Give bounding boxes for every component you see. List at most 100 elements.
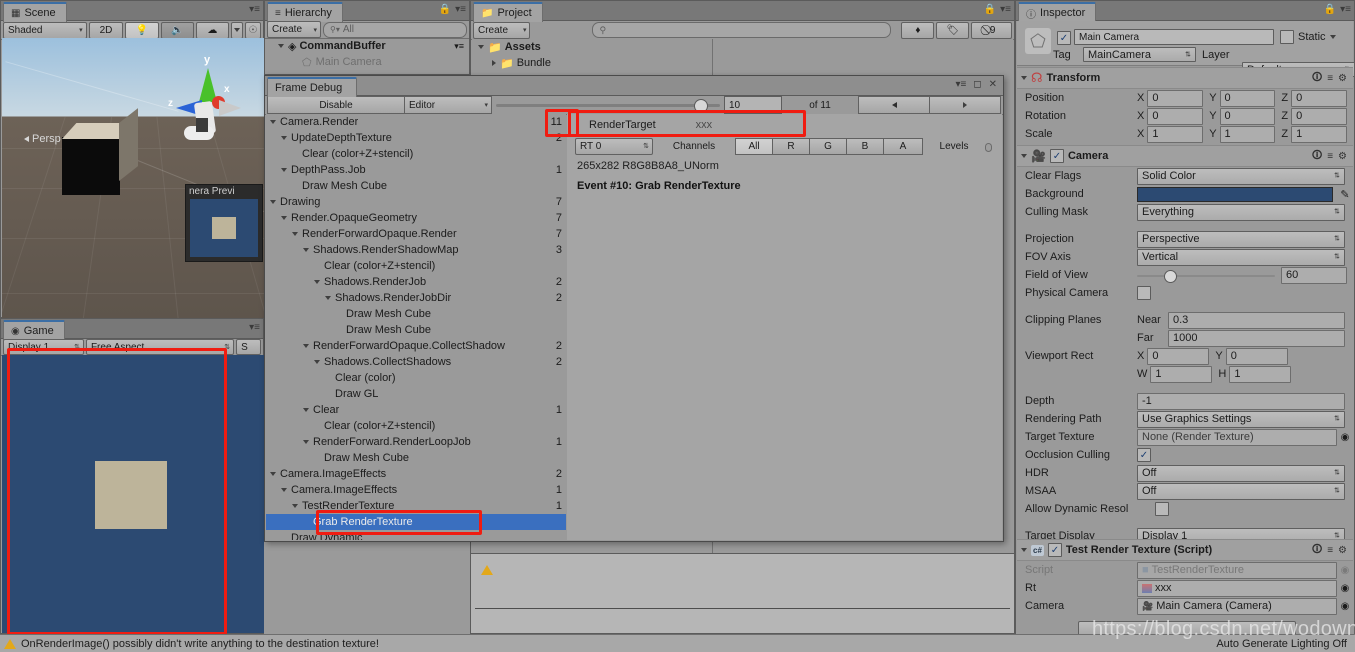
scene-canvas[interactable]: y x z Persp nera Previ xyxy=(2,38,264,318)
preset-icon[interactable]: ≡ xyxy=(1327,151,1333,162)
channel-a-button[interactable]: A xyxy=(884,137,923,155)
chevron-down-icon[interactable] xyxy=(1329,35,1336,39)
hierarchy-tab-menu[interactable]: 🔒 ▾≡ xyxy=(439,4,466,15)
game-canvas[interactable] xyxy=(2,355,264,633)
project-filter-type-button[interactable]: ♦ xyxy=(901,21,935,39)
field-of-view-input[interactable]: 60 xyxy=(1281,266,1347,284)
frame-debugger-tree-row[interactable]: Clear 1 xyxy=(266,402,566,418)
tab-inspector[interactable]: ⓘ Inspector xyxy=(1018,2,1097,22)
chevron-down-icon[interactable] xyxy=(1021,548,1027,552)
script-component-header[interactable]: c# ✓ Test Render Texture (Script) 🛈 ≡ ⚙ xyxy=(1017,539,1353,561)
viewport-y-input[interactable]: 0 xyxy=(1225,347,1288,365)
scene-perspective-label[interactable]: Persp xyxy=(24,133,61,145)
frame-debugger-prev-button[interactable] xyxy=(858,96,930,114)
clipping-near-input[interactable]: 0.3 xyxy=(1168,311,1345,329)
channel-all-button[interactable]: All xyxy=(735,137,773,155)
frame-debugger-event-index-input[interactable]: 10 xyxy=(724,96,782,114)
frame-debugger-target-dropdown[interactable]: Editor ▾ xyxy=(405,96,492,114)
scene-fx-dropdown[interactable] xyxy=(231,21,243,39)
game-tab-menu[interactable]: ▾≡ xyxy=(249,322,260,333)
scale-y-input[interactable]: 1 xyxy=(1219,125,1276,143)
scene-camera-gizmo[interactable]: y x z xyxy=(168,54,241,144)
game-aspect-dropdown[interactable]: Free Aspect ⇅ xyxy=(85,339,235,355)
occlusion-culling-checkbox[interactable]: ✓ xyxy=(1137,448,1151,462)
frame-debugger-tree-row[interactable]: Draw Mesh Cube xyxy=(266,178,566,194)
frame-debugger-tree-row[interactable]: Camera.Render 11 xyxy=(266,114,566,130)
frame-debugger-tree-row[interactable]: RenderForward.RenderLoopJob 1 xyxy=(266,434,566,450)
scale-z-input[interactable]: 1 xyxy=(1291,125,1347,143)
gear-icon[interactable]: ⚙ xyxy=(1338,545,1347,556)
frame-debugger-tree-row[interactable]: Draw Dynamic xyxy=(266,530,566,540)
maximize-icon[interactable]: ◻ xyxy=(973,79,981,90)
preset-icon[interactable]: ≡ xyxy=(1327,73,1333,84)
inspector-enabled-checkbox[interactable]: ✓ xyxy=(1057,31,1071,45)
frame-debugger-tree-row[interactable]: Render.OpaqueGeometry 7 xyxy=(266,210,566,226)
project-search-input[interactable]: ⚲ xyxy=(592,22,892,38)
position-z-input[interactable]: 0 xyxy=(1291,89,1347,107)
frame-debugger-tree-row[interactable]: Draw Mesh Cube xyxy=(266,322,566,338)
position-x-input[interactable]: 0 xyxy=(1147,89,1204,107)
hdr-dropdown[interactable]: Off ⇅ xyxy=(1137,464,1345,482)
frame-debugger-tree-row[interactable]: Camera.ImageEffects 2 xyxy=(266,466,566,482)
camera-field[interactable]: 🎥 Main Camera (Camera) xyxy=(1137,597,1337,615)
kebab-icon[interactable]: ▾≡ xyxy=(455,4,466,15)
field-of-view-slider[interactable] xyxy=(1137,268,1275,283)
position-y-input[interactable]: 0 xyxy=(1219,89,1276,107)
lock-icon[interactable]: 🔒 xyxy=(439,4,451,15)
hierarchy-search-input[interactable]: ⚲▾ All xyxy=(322,21,467,38)
chevron-down-icon[interactable] xyxy=(281,216,287,221)
frame-debugger-tree-row[interactable]: Shadows.RenderJob 2 xyxy=(266,274,566,290)
checkbox[interactable] xyxy=(1280,30,1294,44)
project-create-button[interactable]: Create ▾ xyxy=(473,21,531,39)
help-icon[interactable]: 🛈 xyxy=(1312,542,1322,559)
camera-enabled-checkbox[interactable]: ✓ xyxy=(1049,149,1064,163)
frame-debugger-next-button[interactable] xyxy=(930,96,1001,114)
kebab-icon[interactable]: ▾≡ xyxy=(1340,4,1351,15)
project-item-assets[interactable]: 📁 Assets xyxy=(472,39,712,55)
chevron-down-icon[interactable] xyxy=(303,344,309,349)
tab-project[interactable]: 📁 Project xyxy=(473,2,543,22)
kebab-icon[interactable]: ▾≡ xyxy=(454,41,464,52)
clear-flags-dropdown[interactable]: Solid Color ⇅ xyxy=(1137,167,1345,185)
scene-audio-toggle[interactable]: 🔈 xyxy=(160,21,194,39)
console-log-row[interactable] xyxy=(475,554,1010,586)
object-picker-icon[interactable]: ◉ xyxy=(1337,583,1353,594)
hierarchy-create-button[interactable]: Create ▾ xyxy=(267,21,321,38)
project-tab-menu[interactable]: 🔒 ▾≡ xyxy=(984,4,1011,15)
frame-debugger-tree-row[interactable]: DepthPass.Job 1 xyxy=(266,162,566,178)
help-icon[interactable]: 🛈 xyxy=(1312,70,1322,87)
frame-debugger-tree-row[interactable]: Drawing 7 xyxy=(266,194,566,210)
scene-2d-toggle[interactable]: 2D xyxy=(88,21,124,39)
levels-slider[interactable] xyxy=(985,140,992,152)
inspector-tab-menu[interactable]: 🔒 ▾≡ xyxy=(1324,4,1351,15)
chevron-down-icon[interactable] xyxy=(325,296,331,301)
target-texture-field[interactable]: None (Render Texture) xyxy=(1137,428,1337,446)
chevron-down-icon[interactable] xyxy=(314,360,320,365)
frame-debugger-event-slider[interactable] xyxy=(496,97,720,113)
frame-debugger-tree-row[interactable]: TestRenderTexture 1 xyxy=(266,498,566,514)
msaa-dropdown[interactable]: Off ⇅ xyxy=(1137,482,1345,500)
chevron-down-icon[interactable] xyxy=(281,168,287,173)
rotation-x-input[interactable]: 0 xyxy=(1147,107,1204,125)
chevron-down-icon[interactable] xyxy=(1021,76,1027,80)
preset-icon[interactable]: ≡ xyxy=(1327,545,1333,556)
scene-gizmo-toggle[interactable]: ☉ xyxy=(244,21,261,39)
projection-dropdown[interactable]: Perspective ⇅ xyxy=(1137,230,1345,248)
hierarchy-item-main-camera[interactable]: ⬠ Main Camera xyxy=(266,54,468,70)
channel-r-button[interactable]: R xyxy=(773,137,810,155)
physical-camera-checkbox[interactable] xyxy=(1137,286,1151,300)
lock-icon[interactable]: 🔒 xyxy=(984,4,996,15)
frame-debugger-tree-row[interactable]: RenderForwardOpaque.CollectShadow 2 xyxy=(266,338,566,354)
viewport-w-input[interactable]: 1 xyxy=(1150,365,1213,383)
console-status-bar[interactable]: OnRenderImage() possibly didn't write an… xyxy=(0,634,1015,652)
inspector-object-name-input[interactable]: Main Camera xyxy=(1074,29,1274,45)
frame-debugger-tree-row[interactable]: Camera.ImageEffects 1 xyxy=(266,482,566,498)
frame-debugger-tree-row[interactable]: Clear (color+Z+stencil) xyxy=(266,146,566,162)
scale-x-input[interactable]: 1 xyxy=(1147,125,1204,143)
object-picker-icon[interactable]: ◉ xyxy=(1337,601,1353,612)
close-icon[interactable]: ✕ xyxy=(989,79,997,90)
frame-debugger-tree-row[interactable]: Draw Mesh Cube xyxy=(266,306,566,322)
chevron-down-icon[interactable] xyxy=(270,120,276,125)
chevron-down-icon[interactable] xyxy=(292,232,298,237)
depth-input[interactable]: -1 xyxy=(1137,392,1345,410)
